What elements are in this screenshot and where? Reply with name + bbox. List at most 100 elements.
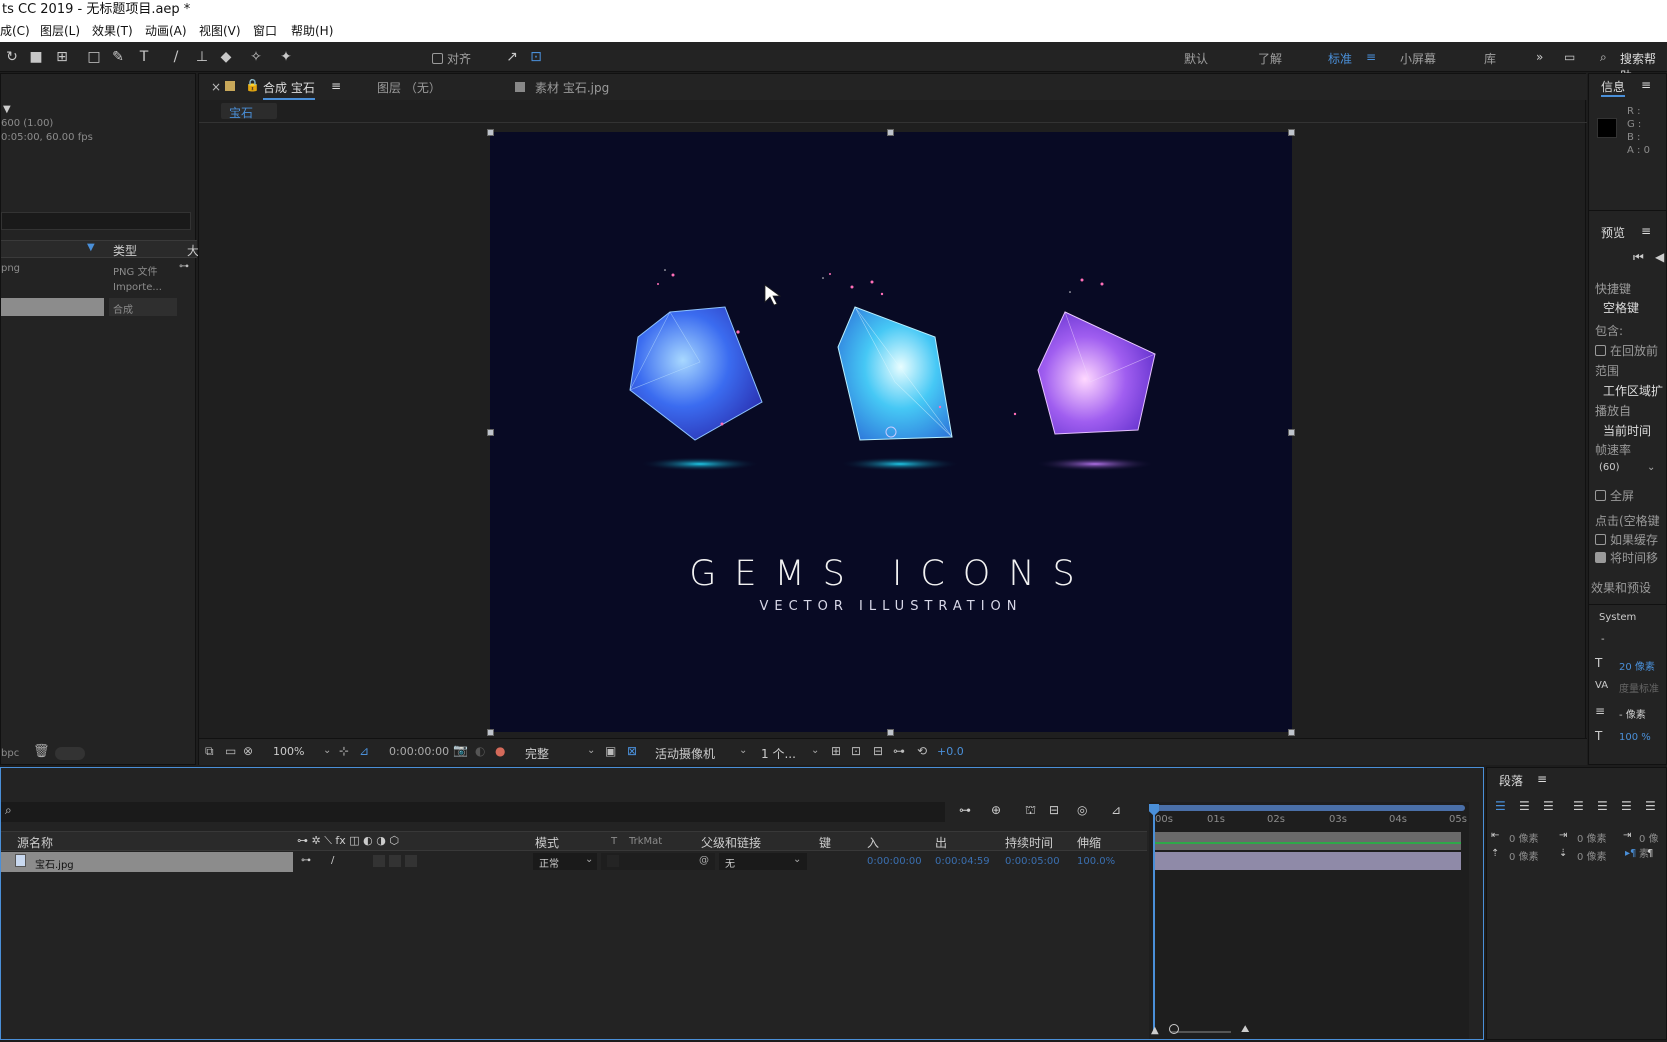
prev-frame-icon[interactable]: ◀ <box>1655 250 1664 264</box>
zoom-slider-thumb[interactable] <box>1169 1024 1179 1034</box>
eraser-tool-icon[interactable]: ◆ <box>216 47 236 67</box>
workspace-small-screen[interactable]: 小屏幕 <box>1400 50 1436 67</box>
zoom-in-icon[interactable]: ⛰ <box>1241 1024 1249 1035</box>
roi-icon[interactable]: ▣ <box>605 744 616 758</box>
resolution-dropdown[interactable]: 完整 <box>525 745 549 762</box>
rectangle-tool-icon[interactable]: □ <box>84 47 104 67</box>
fast-preview-icon[interactable]: ⊡ <box>851 744 861 758</box>
rtl-direction-icon[interactable]: ¶ <box>1647 848 1653 859</box>
views-chevron-icon[interactable]: ⌄ <box>811 745 819 756</box>
selection-handle[interactable] <box>487 729 494 736</box>
column-duration[interactable]: 持续时间 <box>1005 834 1053 851</box>
snap-icon[interactable]: ↗ <box>502 47 522 67</box>
fps-chevron-icon[interactable]: ⌄ <box>1647 462 1655 473</box>
pan-behind-tool-icon[interactable]: ⊞ <box>52 47 72 67</box>
column-in[interactable]: 入 <box>867 834 879 851</box>
info-menu-icon[interactable]: ≡ <box>1641 78 1651 92</box>
space-after-value[interactable]: 0 像素 <box>1577 848 1607 863</box>
selection-handle[interactable] <box>487 429 494 436</box>
zoom-chevron-icon[interactable]: ⌄ <box>323 745 331 756</box>
draft-3d-icon[interactable]: ⊕ <box>991 803 1001 817</box>
column-t[interactable]: T <box>611 836 617 847</box>
cache-checkbox[interactable]: 如果缓存 <box>1595 531 1658 548</box>
tab-composition[interactable]: 合成 宝石 <box>263 79 315 100</box>
lock-icon[interactable]: 🔒 <box>245 78 260 92</box>
menu-window[interactable]: 窗口 <box>253 20 277 42</box>
zoom-slider[interactable] <box>1171 1031 1231 1033</box>
column-mode[interactable]: 模式 <box>535 834 559 851</box>
menu-composition[interactable]: 成(C) <box>0 20 30 42</box>
rotate-tool-icon[interactable]: ↻ <box>2 47 22 67</box>
selection-handle[interactable] <box>1288 729 1295 736</box>
brush-tool-icon[interactable]: / <box>166 47 186 67</box>
selection-handle[interactable] <box>487 129 494 136</box>
font-dropdown[interactable]: System <box>1599 612 1636 623</box>
composition-flowchart-icon[interactable]: ⊶ <box>959 803 971 817</box>
column-type[interactable]: 类型 <box>113 242 137 259</box>
menu-layer[interactable]: 图层(L) <box>40 20 80 42</box>
indent-first-value[interactable]: 0 像素 <box>1577 830 1607 845</box>
trash-icon[interactable]: 🗑 <box>33 744 50 759</box>
playhead[interactable] <box>1153 808 1155 1033</box>
fps-dropdown[interactable]: (60) <box>1599 462 1620 473</box>
layer-name-cell[interactable]: 宝石.jpg <box>1 852 293 872</box>
first-frame-icon[interactable]: ⏮ <box>1633 250 1644 265</box>
layer-duration-bar[interactable] <box>1153 852 1461 870</box>
display-icon[interactable]: ▭ <box>225 744 236 758</box>
layer-stretch[interactable]: 100.0% <box>1077 856 1115 867</box>
preview-menu-icon[interactable]: ≡ <box>1641 224 1651 238</box>
menu-help[interactable]: 帮助(H) <box>291 20 333 42</box>
selection-handle[interactable] <box>1288 429 1295 436</box>
comp-breadcrumb[interactable]: 宝石 <box>221 103 277 120</box>
color-channel-icon[interactable]: ● <box>495 744 505 758</box>
mask-icon[interactable]: ⊗ <box>243 744 253 758</box>
transparency-grid-icon[interactable]: ⊠ <box>627 744 637 758</box>
layer-in-point[interactable]: 0:00:00:00 <box>867 856 922 867</box>
font-size-value[interactable]: 20 像素 <box>1619 658 1655 673</box>
fit-icon[interactable]: ⊹ <box>339 744 349 758</box>
magnification-menu-icon[interactable]: ⧉ <box>205 744 214 759</box>
bpc-button[interactable]: bpc <box>1 748 19 759</box>
list-item[interactable]: 合成 <box>1 298 197 316</box>
play-from-dropdown[interactable]: 当前时间 <box>1603 422 1651 439</box>
zoom-out-icon[interactable]: ▲ <box>1151 1025 1159 1036</box>
column-parent[interactable]: 父级和链接 <box>701 834 761 851</box>
puppet-pin-tool-icon[interactable]: ✦ <box>276 47 296 67</box>
range-dropdown[interactable]: 工作区域扩 <box>1603 382 1663 399</box>
layer-duration[interactable]: 0:00:05:00 <box>1005 856 1060 867</box>
quality-switch-icon[interactable]: / <box>331 855 334 866</box>
zoom-dropdown[interactable]: 100% <box>273 745 304 758</box>
clone-stamp-tool-icon[interactable]: ⊥ <box>192 47 212 67</box>
camera-tool-icon[interactable]: ■ <box>26 47 46 67</box>
reset-exposure-icon[interactable]: ⟲ <box>917 744 927 758</box>
workspace-libraries[interactable]: 库 <box>1484 50 1496 67</box>
workspace-standard[interactable]: 标准 <box>1328 50 1352 67</box>
switch-box[interactable] <box>389 855 401 867</box>
workspace-menu-icon[interactable]: ≡ <box>1366 50 1376 64</box>
tracking-value[interactable]: 度量标准 <box>1619 680 1659 695</box>
align-checkbox[interactable]: 对齐 <box>432 50 471 67</box>
current-time[interactable]: 0:00:00:00 <box>389 745 449 758</box>
composition-viewer[interactable]: GEMS ICONS VECTOR ILLUSTRATION <box>490 132 1292 732</box>
collapse-switch-icon[interactable]: ⊶ <box>301 855 311 866</box>
parent-dropdown[interactable]: 无 ⌄ <box>719 853 807 870</box>
justify-center-icon[interactable]: ☰ <box>1597 799 1608 813</box>
views-dropdown[interactable]: 1 个... <box>761 745 796 762</box>
align-right-icon[interactable]: ☰ <box>1543 799 1554 813</box>
tab-layer[interactable]: 图层 （无） <box>377 79 441 96</box>
motion-blur-icon[interactable]: ◎ <box>1077 803 1087 817</box>
column-trkmat[interactable]: TrkMat <box>629 836 662 847</box>
timeline-graph-area[interactable]: 00s 01s 02s 03s 04s 05s ▲ ⛰ <box>1149 802 1469 1039</box>
justify-right-icon[interactable]: ☰ <box>1621 799 1632 813</box>
workspace-learn[interactable]: 了解 <box>1258 50 1282 67</box>
more-workspaces-icon[interactable]: » <box>1536 50 1543 64</box>
toggle-pixel-icon[interactable]: ⊞ <box>831 744 841 758</box>
toggle-switch[interactable] <box>55 747 85 760</box>
frame-blending-icon[interactable]: ⊟ <box>1049 803 1059 817</box>
workspace-default[interactable]: 默认 <box>1184 50 1208 67</box>
fullscreen-checkbox[interactable]: 全屏 <box>1595 487 1634 504</box>
search-icon[interactable]: ⌕ <box>1600 50 1607 65</box>
align-left-icon[interactable]: ☰ <box>1495 799 1506 813</box>
project-search-input[interactable] <box>1 212 191 230</box>
font-style-dropdown[interactable]: - <box>1601 634 1605 645</box>
